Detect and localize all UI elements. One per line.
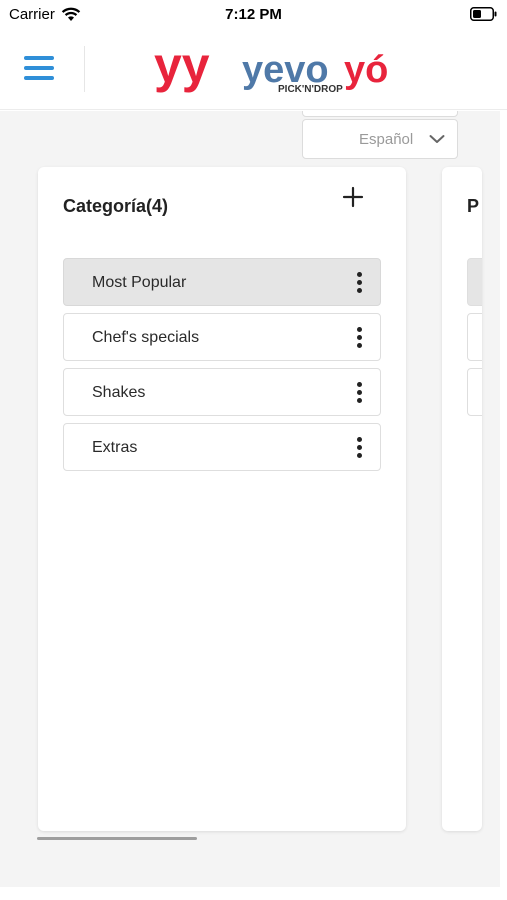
category-label: Shakes <box>92 384 146 401</box>
categories-panel: Categoría(4) Most Popular Chef's special… <box>38 167 406 831</box>
status-bar: Carrier 7:12 PM <box>0 0 507 28</box>
category-item-shakes[interactable]: Shakes <box>63 368 381 416</box>
app-header: yy yevo yó PICK'N'DROP <box>0 28 507 110</box>
hamburger-menu-icon[interactable] <box>24 54 56 82</box>
horizontal-scrollbar[interactable] <box>37 837 197 840</box>
more-vertical-icon[interactable] <box>354 435 364 461</box>
header-divider <box>84 46 85 92</box>
product-item[interactable] <box>467 313 482 361</box>
products-panel: P <box>442 167 482 831</box>
yevoyo-logo: yy yevo yó PICK'N'DROP <box>154 38 388 95</box>
category-label: Chef's specials <box>92 329 200 346</box>
category-label: Extras <box>92 439 138 456</box>
language-select[interactable]: Español <box>302 119 458 159</box>
chevron-down-icon <box>429 135 445 143</box>
category-item-extras[interactable]: Extras <box>63 423 381 471</box>
panel-title: P <box>467 196 480 216</box>
content-area[interactable]: Español Categoría(4) Most Popular Chef's… <box>0 111 500 887</box>
logo-word-right: yó <box>344 49 388 91</box>
clock-time: 7:12 PM <box>225 6 282 23</box>
category-label: Most Popular <box>92 274 187 291</box>
language-select-value: Español <box>359 131 414 148</box>
more-vertical-icon[interactable] <box>354 380 364 406</box>
category-item-most-popular[interactable]: Most Popular <box>63 258 381 306</box>
plus-icon[interactable] <box>341 185 365 209</box>
panel-title: Categoría(4) <box>63 196 169 216</box>
logo-tagline: PICK'N'DROP <box>278 84 343 95</box>
more-vertical-icon[interactable] <box>354 325 364 351</box>
product-item[interactable] <box>467 258 482 306</box>
battery-icon <box>470 7 497 21</box>
more-vertical-icon[interactable] <box>354 270 364 296</box>
product-item[interactable] <box>467 368 482 416</box>
search-field[interactable] <box>302 111 458 117</box>
category-item-chefs-specials[interactable]: Chef's specials <box>63 313 381 361</box>
logo-mark: yy <box>154 38 210 93</box>
